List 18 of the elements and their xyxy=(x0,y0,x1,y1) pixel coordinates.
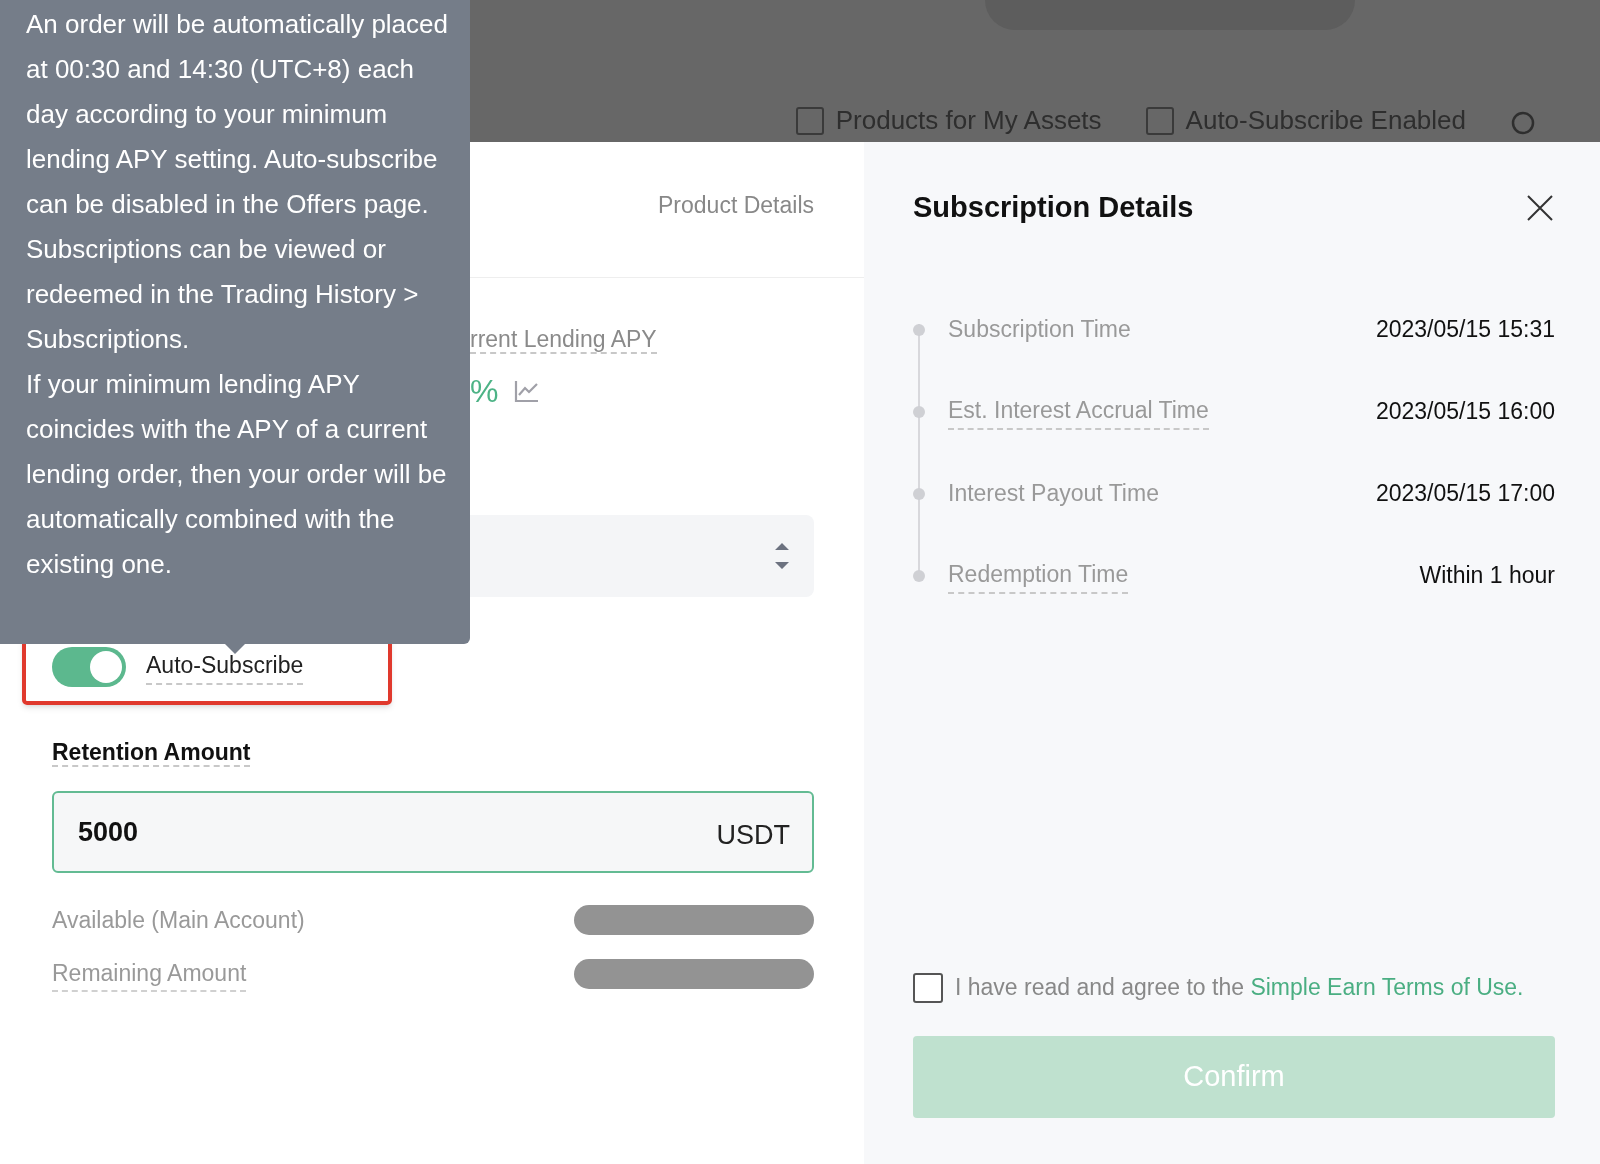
tooltip-text: If your minimum lending APY coincides with the APY of a current lending order, then your order will be automatically combined with the existing one. xyxy=(26,368,448,581)
panel-title: Subscription Details xyxy=(913,190,1194,225)
timeline-label: Subscription Time xyxy=(948,315,1131,345)
balance-label: Available (Main Account) xyxy=(52,906,305,935)
timeline-value: 2023/05/15 17:00 xyxy=(1375,479,1555,509)
balance-label: Remaining Amount xyxy=(52,955,247,992)
unit-label: USDT xyxy=(716,819,790,852)
timeline-label: Est. Interest Accrual Time xyxy=(948,393,1209,430)
timeline-value: 2023/05/15 16:00 xyxy=(1375,397,1555,427)
apy-value: % xyxy=(470,371,499,411)
timeline-label: Interest Payout Time xyxy=(948,479,1159,509)
agreement-text: I have read and agree to the Simple Earn Terms of Use. xyxy=(955,973,1525,1002)
tooltip-text: An order will be automatically placed at 00:30 and 14:30 (UTC+8) each day according to your minimum lending APY setting. Auto-subscribe can be disabled in the Offers page. Subscriptions can be viewed or redeemed in the Trading History > Subscriptions. xyxy=(26,8,449,356)
timeline-value: Within 1 hour xyxy=(1419,561,1555,591)
retention-label: Retention Amount xyxy=(52,738,251,767)
timeline-label: Redemption Time xyxy=(948,557,1129,594)
auto-subscribe-label: Auto-Subscribe xyxy=(146,648,304,685)
timeline-value: 2023/05/15 15:31 xyxy=(1375,315,1555,345)
